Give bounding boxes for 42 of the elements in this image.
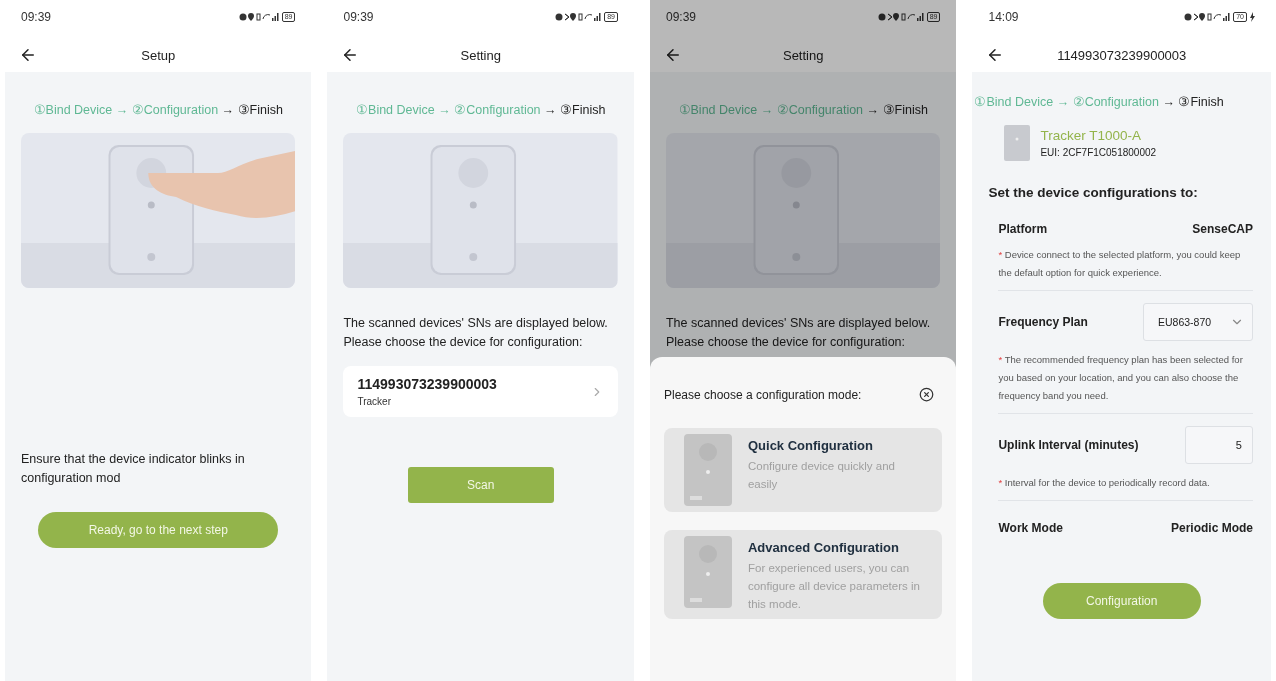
screen-title: Setting xyxy=(781,47,825,63)
field-label: Uplink Interval (minutes) xyxy=(998,438,1139,452)
progress-steps: ①Bind Device → ②Configuration → ③Finish xyxy=(33,102,283,117)
status-time: 09:39 xyxy=(21,10,52,24)
field-value: SenseCAP xyxy=(1192,222,1253,236)
screen-title: 114993073239900003 xyxy=(1056,47,1188,63)
device-eui: EUI: 2CF7F1C051800002 xyxy=(1040,147,1157,158)
option-description: For experienced users, you can configure all device parameters in this mode. xyxy=(747,561,921,612)
interval-input[interactable]: 5 xyxy=(1185,426,1253,464)
option-description: Configure device quickly and easily xyxy=(747,459,896,492)
progress-steps: ①Bind Device → ②Configuration → ③Finish xyxy=(678,102,928,117)
field-note: * The recommended frequency plan has been selected for you based on your location, and you can also choose the frequency band you need. xyxy=(998,353,1244,403)
frequency-select[interactable]: EU863-870 xyxy=(1143,303,1253,341)
field-label: Work Mode xyxy=(998,521,1063,535)
back-icon[interactable] xyxy=(19,46,37,64)
screen-title: Setup xyxy=(140,47,177,63)
select-value: EU863-870 xyxy=(1158,316,1212,328)
status-time: 09:39 xyxy=(343,10,374,24)
instruction-text: Ensure that the device indicator blinks in configuration mod xyxy=(21,451,246,487)
field-value: Periodic Mode xyxy=(1170,521,1253,535)
device-type: Tracker xyxy=(357,396,392,407)
device-card[interactable]: 114993073239900003 Tracker xyxy=(343,366,618,417)
mode-option[interactable]: Quick Configuration Configure device quickly and easily xyxy=(663,428,943,512)
option-title: Quick Configuration xyxy=(747,438,874,453)
status-time: 09:39 xyxy=(665,10,696,24)
field-label: Platform xyxy=(998,222,1048,236)
device-serial: 114993073239900003 xyxy=(357,376,497,392)
mode-option[interactable]: Advanced Configuration For experienced users, you can configure all device parameters in this mode. xyxy=(663,530,943,619)
instruction-text: The scanned devices' SNs are displayed below. Please choose the device for configuration: xyxy=(665,315,932,351)
instruction-text: The scanned devices' SNs are displayed below. Please choose the device for configuration: xyxy=(343,315,609,351)
status-time: 14:09 xyxy=(988,10,1019,24)
screen-title: Setting xyxy=(459,47,502,63)
device-name: Tracker T1000-A xyxy=(1040,128,1142,143)
field-note: * Interval for the device to periodically record data. xyxy=(998,476,1211,490)
progress-steps: ①Bind Device → ②Configuration → ③Finish xyxy=(356,102,606,117)
sheet-title: Please choose a configuration mode: xyxy=(663,387,862,402)
field-note: * Device connect to the selected platform, you could keep the default option for quick experience. xyxy=(998,248,1242,280)
close-icon[interactable] xyxy=(919,387,935,402)
progress-steps: ①Bind Device → ②Configuration → ③Finish xyxy=(972,94,1271,109)
section-heading: Set the device configurations to: xyxy=(987,184,1199,200)
field-label: Frequency Plan xyxy=(998,315,1088,329)
option-title: Advanced Configuration xyxy=(747,540,900,555)
